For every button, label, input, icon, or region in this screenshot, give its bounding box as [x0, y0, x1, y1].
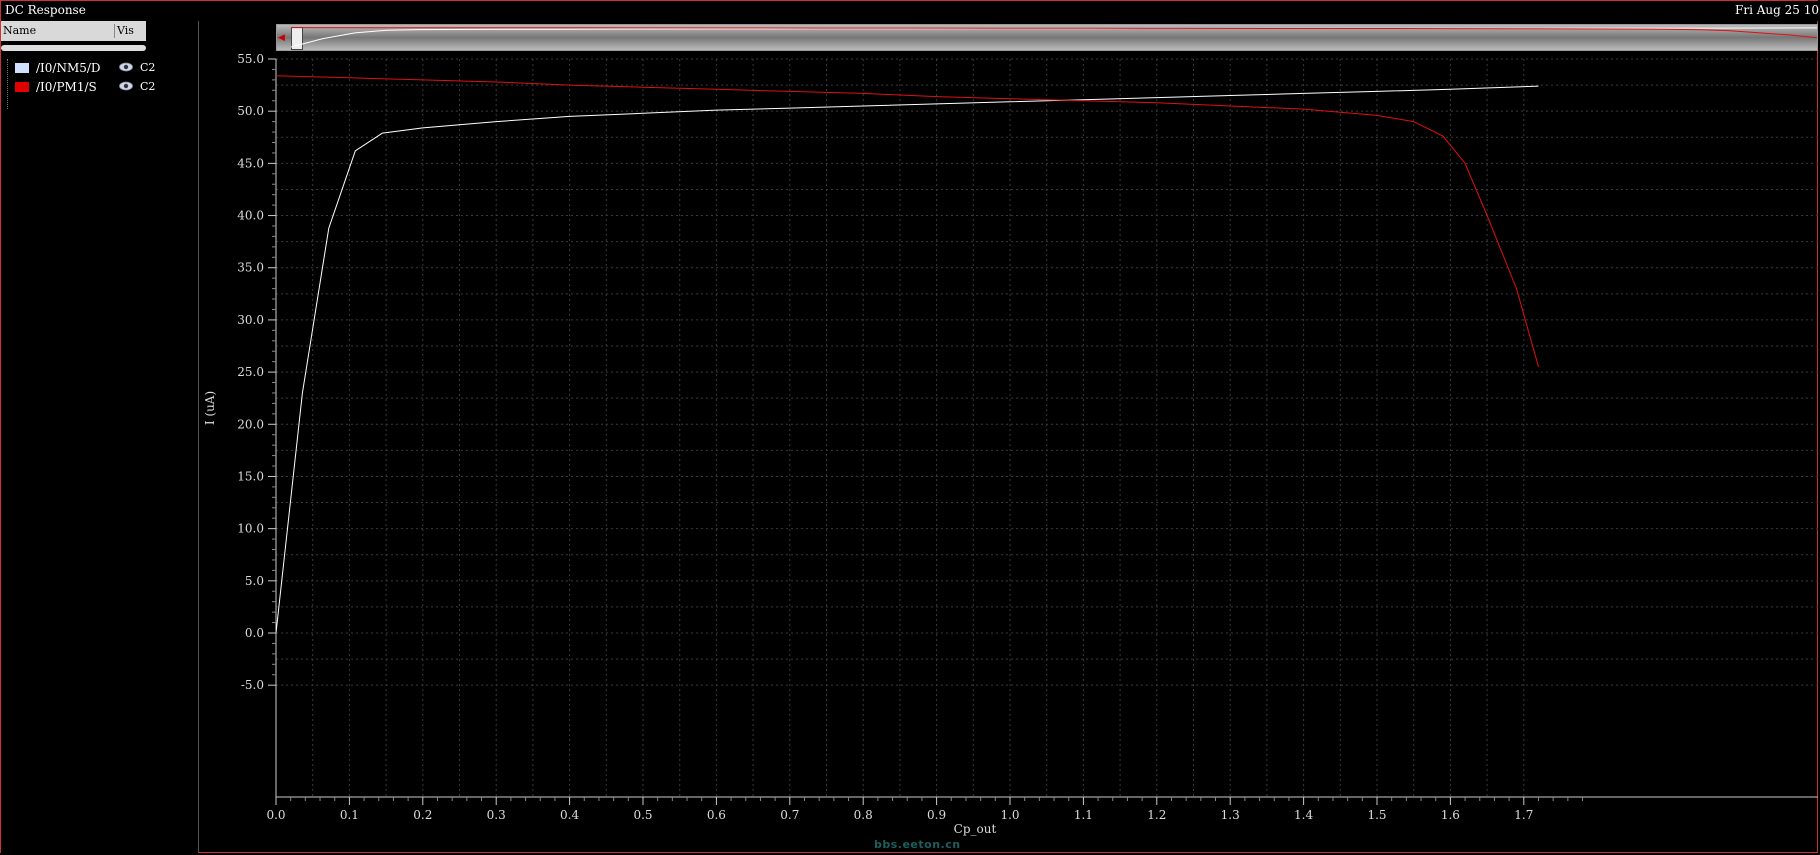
- column-header-visibility[interactable]: Vis: [114, 24, 134, 38]
- visibility-eye-icon[interactable]: [119, 81, 133, 91]
- series-line-pm1-s: [276, 75, 1539, 368]
- x-tick-label: 1.2: [1147, 808, 1166, 822]
- x-tick-label: 1.4: [1294, 808, 1313, 822]
- datetime-label: Fri Aug 25 10: [1735, 3, 1819, 17]
- x-axis-label: Cp_out: [954, 822, 997, 836]
- x-tick-label: 0.5: [633, 808, 652, 822]
- x-tick-label: 0.7: [780, 808, 799, 822]
- watermark-text: bbs.eeton.cn: [874, 838, 961, 851]
- title-bar: DC Response Fri Aug 25 10: [1, 1, 1819, 21]
- plot-area: ◀ -5.0 0.0 5.0 10.0 15.0 20.0 25.0 30.0 35.0 40.0…: [200, 21, 1818, 853]
- y-tick-label: 20.0: [237, 417, 264, 431]
- x-tick-label: 1.6: [1441, 808, 1460, 822]
- waveform-chart[interactable]: -5.0 0.0 5.0 10.0 15.0 20.0 25.0 30.0 35.0 40.0 45…: [200, 21, 1818, 853]
- x-tick-label: 0.4: [560, 808, 579, 822]
- x-tick-label: 1.1: [1074, 808, 1093, 822]
- window-title: DC Response: [5, 3, 86, 17]
- x-tick-label: 0.6: [707, 808, 726, 822]
- signal-name: /I0/NM5/D: [36, 61, 101, 75]
- signal-name: /I0/PM1/S: [36, 80, 97, 94]
- x-tick-label: 0.1: [340, 808, 359, 822]
- signal-row-pm1[interactable]: /I0/PM1/S C2: [1, 79, 197, 97]
- y-tick-label: 50.0: [237, 104, 264, 118]
- y-tick-label: 15.0: [237, 469, 264, 483]
- signal-panel-header: Name Vis: [1, 21, 146, 41]
- signal-group: C2: [140, 61, 156, 74]
- signal-panel: Name Vis /I0/NM5/D C2 /I0/PM1/S C2: [1, 21, 199, 853]
- grid-lines: [276, 58, 1818, 797]
- y-tick-label: 45.0: [237, 156, 264, 170]
- y-axis-label: I (uA): [203, 391, 217, 425]
- y-tick-label: 0.0: [245, 626, 264, 640]
- series-line-nm5-d: [276, 85, 1539, 634]
- x-tick-label: 0.9: [927, 808, 946, 822]
- x-tick-label: 1.0: [1000, 808, 1019, 822]
- x-tick-label: 0.3: [487, 808, 506, 822]
- y-tick-label: 25.0: [237, 365, 264, 379]
- signal-group: C2: [140, 80, 156, 93]
- column-header-name[interactable]: Name: [3, 24, 36, 37]
- x-tick-label: 0.0: [266, 808, 285, 822]
- x-tick-label: 1.5: [1367, 808, 1386, 822]
- x-tick-label: 1.7: [1514, 808, 1533, 822]
- horizontal-scrollbar[interactable]: [1, 45, 146, 51]
- x-tick-label: 0.8: [854, 808, 873, 822]
- y-tick-label: 5.0: [245, 574, 264, 588]
- y-tick-label: -5.0: [241, 678, 264, 692]
- y-tick-label: 30.0: [237, 313, 264, 327]
- visibility-eye-icon[interactable]: [119, 62, 133, 72]
- y-tick-label: 55.0: [237, 52, 264, 66]
- signal-row-nm5[interactable]: /I0/NM5/D C2: [1, 60, 197, 78]
- signal-color-swatch: [15, 82, 29, 92]
- y-tick-label: 10.0: [237, 522, 264, 536]
- signal-color-swatch: [15, 63, 29, 73]
- y-tick-label: 40.0: [237, 209, 264, 223]
- x-tick-label: 0.2: [413, 808, 432, 822]
- x-tick-label: 1.3: [1221, 808, 1240, 822]
- y-tick-label: 35.0: [237, 261, 264, 275]
